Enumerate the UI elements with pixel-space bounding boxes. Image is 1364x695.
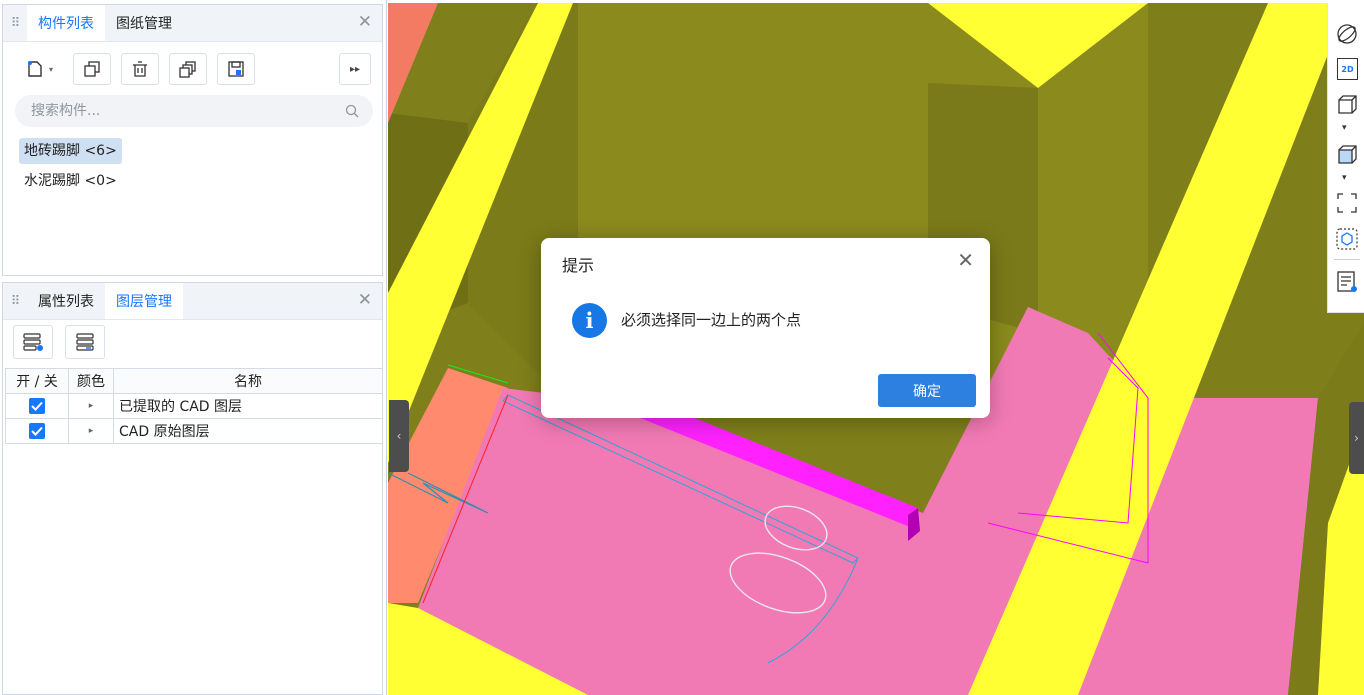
- tab-property-list[interactable]: 属性列表: [27, 283, 105, 319]
- close-icon[interactable]: ✕: [957, 249, 974, 271]
- tab-layer-management[interactable]: 图层管理: [105, 283, 183, 319]
- component-toolbar: ▾: [15, 53, 255, 85]
- checkmark-icon: [31, 426, 43, 436]
- list-item[interactable]: 地砖踢脚 <6>: [19, 138, 122, 164]
- expand-more-button[interactable]: ▸▸: [339, 53, 371, 85]
- layer-panel-header: ⠿ 属性列表 图层管理 ✕: [3, 283, 382, 320]
- trash-icon: [133, 61, 147, 77]
- tab-component-list[interactable]: 构件列表: [27, 5, 105, 41]
- view-2d-button[interactable]: 2D: [1337, 58, 1358, 80]
- view-3d-button[interactable]: [1334, 91, 1360, 117]
- collapse-right-panel-handle[interactable]: ›: [1349, 402, 1364, 474]
- close-icon[interactable]: ✕: [358, 291, 372, 309]
- display-settings-button[interactable]: [1334, 269, 1360, 295]
- layer-toolbar: [13, 325, 105, 359]
- layer-name: CAD 原始图层: [113, 418, 383, 444]
- search-icon[interactable]: [345, 104, 359, 118]
- column-header-name: 名称: [113, 368, 383, 394]
- view-toolbar: 2D ▾ ▾: [1327, 3, 1364, 313]
- checkmark-icon: [31, 401, 43, 411]
- cube-solid-icon: [1338, 145, 1357, 164]
- select-box-button[interactable]: [1334, 226, 1360, 252]
- layer-visibility-icon: [23, 333, 43, 351]
- layers-copy-icon: [179, 61, 196, 78]
- table-row[interactable]: ▸ 已提取的 CAD 图层: [5, 393, 383, 419]
- column-header-color: 颜色: [68, 368, 114, 394]
- layer-toggle-checkbox[interactable]: [29, 398, 45, 414]
- orbit-view-button[interactable]: [1334, 21, 1360, 47]
- fit-view-button[interactable]: [1334, 190, 1360, 216]
- orbit-icon: [1337, 24, 1357, 44]
- component-panel: ⠿ 构件列表 图纸管理 ✕ ▾ ▸▸ 搜索构件... 地砖踢脚 <6> 水泥踢脚…: [2, 4, 383, 276]
- list-item[interactable]: 水泥踢脚 <0>: [19, 168, 122, 194]
- copy-button[interactable]: [73, 53, 111, 85]
- layer-table: 开 / 关 颜色 名称 ▸ 已提取的 CAD 图层 ▸ CAD 原始图层: [5, 368, 383, 444]
- search-input[interactable]: [29, 102, 345, 120]
- layer-toggle-checkbox[interactable]: [29, 423, 45, 439]
- document-view-icon: [1337, 271, 1357, 292]
- chevron-down-icon[interactable]: ▾: [49, 65, 53, 74]
- dialog-message: 必须选择同一边上的两个点: [621, 311, 802, 329]
- column-header-toggle: 开 / 关: [5, 368, 69, 394]
- expand-arrow-icon[interactable]: ▸: [68, 393, 114, 419]
- new-component-button[interactable]: ▾: [15, 53, 63, 85]
- view-shaded-button[interactable]: [1334, 141, 1360, 167]
- close-icon[interactable]: ✕: [358, 13, 372, 31]
- layer-settings-button[interactable]: [65, 325, 105, 359]
- alert-dialog: 提示 ✕ i 必须选择同一边上的两个点 确定: [541, 238, 990, 418]
- chevron-down-icon[interactable]: ▾: [1342, 173, 1347, 183]
- delete-button[interactable]: [121, 53, 159, 85]
- box-select-icon: [1336, 228, 1358, 250]
- show-layer-button[interactable]: [13, 325, 53, 359]
- fullscreen-icon: [1337, 193, 1357, 213]
- component-panel-header: ⠿ 构件列表 图纸管理 ✕: [3, 5, 382, 42]
- dialog-title: 提示: [562, 256, 595, 275]
- divider: [1334, 259, 1360, 260]
- collapse-left-panel-handle[interactable]: ‹: [389, 400, 409, 472]
- tab-drawing-management[interactable]: 图纸管理: [105, 5, 183, 41]
- copy-icon: [84, 61, 100, 77]
- left-sidebar: ⠿ 构件列表 图纸管理 ✕ ▾ ▸▸ 搜索构件... 地砖踢脚 <6> 水泥踢脚…: [0, 0, 387, 695]
- layer-panel: ⠿ 属性列表 图层管理 ✕ 开 / 关 颜色 名称 ▸ 已提取的 CAD 图层 …: [2, 282, 383, 695]
- duplicate-floor-button[interactable]: [169, 53, 207, 85]
- layer-stack-icon: [76, 333, 94, 351]
- save-template-button[interactable]: [217, 53, 255, 85]
- drag-handle-icon[interactable]: ⠿: [3, 283, 27, 319]
- cube-outline-icon: [1338, 95, 1357, 114]
- expand-arrow-icon[interactable]: ▸: [68, 418, 114, 444]
- layer-name: 已提取的 CAD 图层: [113, 393, 383, 419]
- info-icon: i: [572, 303, 607, 338]
- new-file-icon: [27, 61, 42, 77]
- chevron-down-icon[interactable]: ▾: [1342, 123, 1347, 133]
- table-row[interactable]: ▸ CAD 原始图层: [5, 418, 383, 444]
- ok-button[interactable]: 确定: [878, 374, 976, 407]
- drag-handle-icon[interactable]: ⠿: [3, 5, 27, 41]
- save-icon: [228, 61, 244, 77]
- component-search-box[interactable]: [15, 95, 373, 127]
